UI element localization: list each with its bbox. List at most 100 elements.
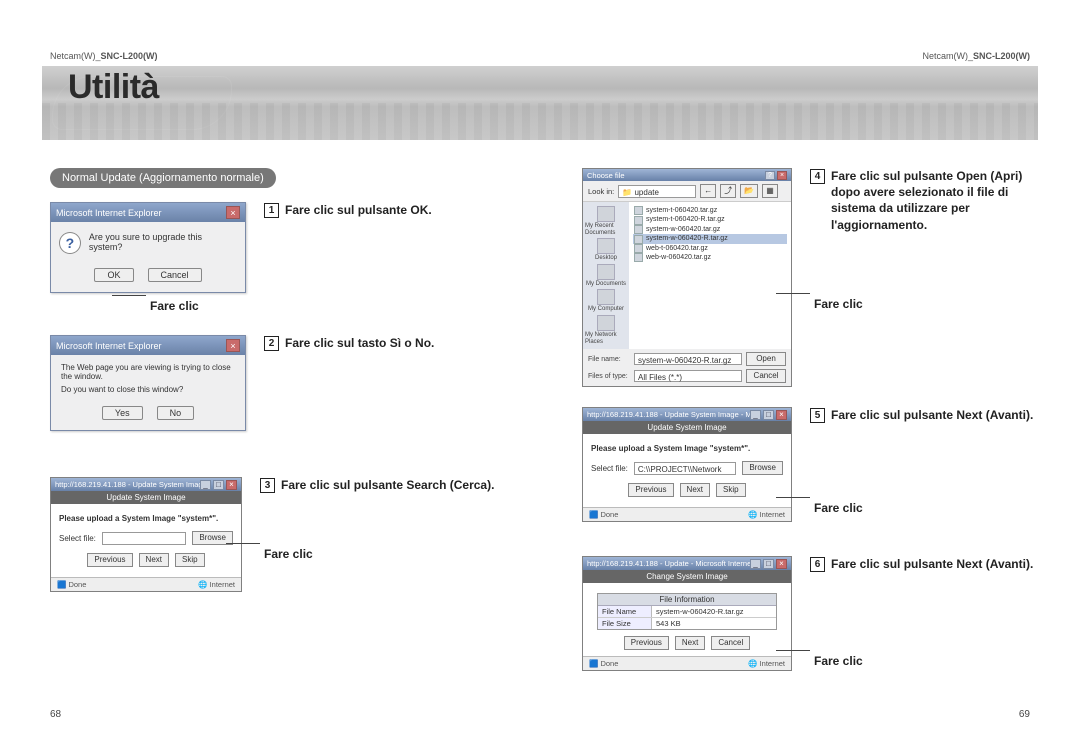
maximize-icon[interactable]: □ bbox=[763, 410, 774, 420]
filename-label: File Name bbox=[598, 606, 652, 617]
instruction-text: Please upload a System Image "system*". bbox=[59, 514, 233, 523]
browser-subtitle: Update System Image bbox=[51, 491, 241, 504]
callout-click: Fare clic bbox=[814, 654, 863, 668]
page-header-left: Netcam(W)_SNC-L200(W) bbox=[50, 51, 158, 61]
status-internet: 🌐 Internet bbox=[748, 659, 785, 668]
step-5: http://168.219.41.188 - Update System Im… bbox=[582, 407, 1042, 522]
filetype-select[interactable]: All Files (*.*) bbox=[634, 370, 742, 382]
place-computer[interactable]: My Computer bbox=[585, 289, 627, 313]
view-icon[interactable]: ▦ bbox=[762, 184, 778, 198]
close-icon[interactable]: × bbox=[776, 410, 787, 420]
file-list[interactable]: system-t-060420.tar.gzsystem-t-060420-R.… bbox=[629, 202, 791, 349]
dialog-message: Are you sure to upgrade this system? bbox=[89, 232, 237, 252]
close-icon[interactable]: × bbox=[777, 171, 787, 180]
next-button[interactable]: Next bbox=[139, 553, 169, 567]
filename-value: system-w-060420-R.tar.gz bbox=[652, 606, 776, 617]
dialog-line1: The Web page you are viewing is trying t… bbox=[61, 363, 235, 381]
step-text: Fare clic sul pulsante Search (Cerca). bbox=[281, 477, 494, 493]
filename-input[interactable]: system-w-060420-R.tar.gz bbox=[634, 353, 742, 365]
step-number: 3 bbox=[260, 478, 275, 493]
file-input[interactable]: C:\\PROJECT\\Network bbox=[634, 462, 736, 475]
step-text: Fare clic sul tasto Sì o No. bbox=[285, 335, 434, 351]
close-icon[interactable]: × bbox=[226, 339, 240, 352]
minimize-icon[interactable]: _ bbox=[200, 480, 211, 490]
question-icon: ? bbox=[59, 232, 81, 254]
new-folder-icon[interactable]: 📂 bbox=[740, 184, 758, 198]
help-icon[interactable]: ? bbox=[765, 171, 775, 180]
no-button[interactable]: No bbox=[157, 406, 195, 420]
file-input[interactable] bbox=[102, 532, 186, 545]
close-icon[interactable]: × bbox=[776, 559, 787, 569]
file-info-title: File Information bbox=[598, 594, 776, 606]
status-internet: 🌐 Internet bbox=[748, 510, 785, 519]
step-number: 4 bbox=[810, 169, 825, 184]
browser-change-image: http://168.219.41.188 - Update - Microso… bbox=[582, 556, 792, 671]
file-item[interactable]: system-w-060420-R.tar.gz bbox=[633, 234, 787, 243]
previous-button[interactable]: Previous bbox=[628, 483, 673, 497]
yes-button[interactable]: Yes bbox=[102, 406, 143, 420]
file-item[interactable]: web-t-060420.tar.gz bbox=[633, 244, 787, 253]
mode-pill: Normal Update (Aggiornamento normale) bbox=[50, 168, 276, 188]
previous-button[interactable]: Previous bbox=[624, 636, 669, 650]
up-icon[interactable]: ⤴ bbox=[720, 184, 736, 198]
close-icon[interactable]: × bbox=[226, 480, 237, 490]
status-done: 🟦 Done bbox=[589, 659, 618, 668]
banner-title: Utilità bbox=[68, 68, 159, 107]
file-item[interactable]: system-w-060420.tar.gz bbox=[633, 225, 787, 234]
lookin-label: Look in: bbox=[588, 187, 614, 196]
page-number-left: 68 bbox=[50, 709, 61, 720]
browser-subtitle: Change System Image bbox=[583, 570, 791, 583]
file-chooser-dialog: Choose file ?× Look in: 📁 update ← ⤴ 📂 ▦… bbox=[582, 168, 792, 387]
step-text: Fare clic sul pulsante OK. bbox=[285, 202, 432, 218]
close-icon[interactable]: × bbox=[226, 206, 240, 219]
step-number: 5 bbox=[810, 408, 825, 423]
ok-button[interactable]: OK bbox=[94, 268, 133, 282]
cancel-button[interactable]: Cancel bbox=[148, 268, 202, 282]
browse-button[interactable]: Browse bbox=[742, 461, 783, 475]
page-header-right: Netcam(W)_SNC-L200(W) bbox=[922, 51, 1030, 61]
browser-update-image: http://168.219.41.188 - Update System Im… bbox=[50, 477, 242, 592]
step-6: http://168.219.41.188 - Update - Microso… bbox=[582, 556, 1042, 671]
next-button[interactable]: Next bbox=[675, 636, 705, 650]
cancel-button[interactable]: Cancel bbox=[711, 636, 750, 650]
step-number: 1 bbox=[264, 203, 279, 218]
place-desktop[interactable]: Desktop bbox=[585, 238, 627, 262]
step-text: Fare clic sul pulsante Next (Avanti). bbox=[831, 407, 1033, 423]
page-number-right: 69 bbox=[1019, 709, 1030, 720]
minimize-icon[interactable]: _ bbox=[750, 559, 761, 569]
lookin-field[interactable]: 📁 update bbox=[618, 185, 696, 198]
back-icon[interactable]: ← bbox=[700, 184, 716, 198]
step-3: http://168.219.41.188 - Update System Im… bbox=[50, 477, 530, 592]
place-network[interactable]: My Network Places bbox=[585, 315, 627, 345]
step-1: Microsoft Internet Explorer × ? Are you … bbox=[50, 202, 530, 313]
place-recent[interactable]: My Recent Documents bbox=[585, 206, 627, 236]
browser-update-image-filled: http://168.219.41.188 - Update System Im… bbox=[582, 407, 792, 522]
status-internet: 🌐 Internet bbox=[198, 580, 235, 589]
file-item[interactable]: system-t-060420.tar.gz bbox=[633, 206, 787, 215]
filetype-label: Files of type: bbox=[588, 373, 630, 380]
file-item[interactable]: system-t-060420-R.tar.gz bbox=[633, 215, 787, 224]
select-file-label: Select file: bbox=[591, 464, 628, 473]
places-sidebar: My Recent Documents Desktop My Documents… bbox=[583, 202, 629, 349]
next-button[interactable]: Next bbox=[680, 483, 710, 497]
status-done: 🟦 Done bbox=[57, 580, 86, 589]
place-documents[interactable]: My Documents bbox=[585, 264, 627, 288]
file-item[interactable]: web-w-060420.tar.gz bbox=[633, 253, 787, 262]
select-file-label: Select file: bbox=[59, 534, 96, 543]
filesize-label: File Size bbox=[598, 618, 652, 629]
dialog-title: Microsoft Internet Explorer bbox=[56, 341, 162, 351]
cancel-button[interactable]: Cancel bbox=[746, 369, 786, 383]
step-2: Microsoft Internet Explorer × The Web pa… bbox=[50, 335, 530, 431]
skip-button[interactable]: Skip bbox=[716, 483, 746, 497]
filename-label: File name: bbox=[588, 356, 630, 363]
browser-address: http://168.219.41.188 - Update - Microso… bbox=[587, 559, 750, 568]
previous-button[interactable]: Previous bbox=[87, 553, 132, 567]
browser-address: http://168.219.41.188 - Update System Im… bbox=[587, 410, 750, 419]
step-text: Fare clic sul pulsante Next (Avanti). bbox=[831, 556, 1033, 572]
maximize-icon[interactable]: □ bbox=[763, 559, 774, 569]
callout-click: Fare clic bbox=[814, 297, 863, 311]
skip-button[interactable]: Skip bbox=[175, 553, 205, 567]
minimize-icon[interactable]: _ bbox=[750, 410, 761, 420]
maximize-icon[interactable]: □ bbox=[213, 480, 224, 490]
open-button[interactable]: Open bbox=[746, 352, 786, 366]
